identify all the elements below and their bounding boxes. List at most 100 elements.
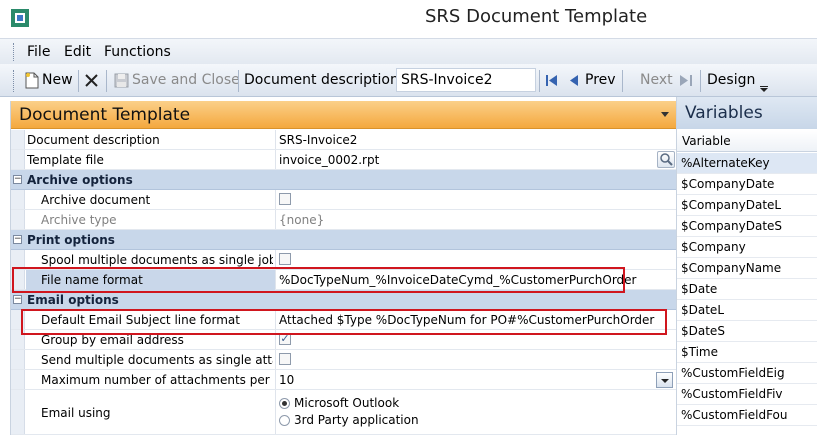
archive-type-value[interactable]: {none} (279, 213, 324, 227)
variables-title: Variables (685, 103, 763, 123)
highlight-file-name-format (12, 267, 625, 293)
column-divider (275, 130, 276, 149)
radio-third-party[interactable] (279, 415, 290, 426)
archive-document-checkbox[interactable] (279, 193, 291, 205)
variable-label: $Date (681, 282, 718, 296)
column-divider (275, 390, 276, 434)
save-and-close-button[interactable]: Save and Close (132, 72, 240, 88)
category-label: Archive options (27, 173, 133, 187)
collapse-icon[interactable]: − (13, 295, 22, 304)
window-title: SRS Document Template (425, 6, 648, 27)
row-gutter (11, 190, 25, 209)
variable-item[interactable]: $CompanyName (677, 258, 817, 279)
column-divider (275, 150, 276, 169)
delete-icon[interactable] (85, 74, 98, 87)
row-label: Template file (27, 153, 104, 167)
prev-arrow-icon[interactable] (570, 75, 579, 86)
row-gutter (11, 350, 25, 369)
toolbar-separator (622, 70, 623, 92)
column-divider (275, 190, 276, 209)
variable-label: $CompanyDateL (681, 198, 782, 212)
row-label: Group by email address (41, 333, 184, 347)
row-archive-type[interactable]: Archive type {none} (11, 210, 677, 230)
row-gutter (11, 370, 25, 389)
row-email-using[interactable]: Email using Microsoft Outlook 3rd Party … (11, 390, 677, 435)
document-description-value[interactable]: SRS-Invoice2 (279, 133, 357, 147)
category-archive-options[interactable]: − Archive options (11, 170, 677, 190)
radio-label: 3rd Party application (294, 413, 419, 427)
variables-column-header[interactable]: Variable (677, 130, 817, 152)
row-label: Document description (27, 133, 160, 147)
spool-checkbox[interactable] (279, 253, 291, 265)
variable-label: %CustomFieldEig (681, 366, 785, 380)
variable-item[interactable]: $DateL (677, 300, 817, 321)
variable-item[interactable]: $CompanyDate (677, 174, 817, 195)
browse-button[interactable] (657, 151, 675, 168)
column-divider (275, 350, 276, 369)
document-description-label: Document description: (244, 72, 404, 88)
search-icon (660, 153, 673, 166)
row-gutter (11, 150, 25, 169)
row-template-file[interactable]: Template file invoice_0002.rpt (11, 150, 677, 170)
variable-item[interactable]: $DateS (677, 321, 817, 342)
row-gutter (11, 390, 25, 434)
first-record-icon[interactable] (546, 75, 558, 86)
send-multiple-checkbox[interactable] (279, 353, 291, 365)
save-icon (114, 73, 129, 88)
row-label: Send multiple documents as single attach… (41, 353, 273, 367)
chevron-down-icon[interactable] (661, 112, 669, 117)
toolbar-grip (13, 70, 15, 92)
variable-label: %CustomFieldFou (681, 408, 788, 422)
variable-label: $CompanyName (681, 261, 782, 275)
toolbar-separator (106, 70, 107, 92)
row-document-description[interactable]: Document description SRS-Invoice2 (11, 130, 677, 150)
variable-item[interactable]: %CustomFieldFiv (677, 384, 817, 405)
title-bar: SRS Document Template (0, 0, 817, 36)
menu-edit[interactable]: Edit (64, 44, 91, 60)
column-divider (275, 210, 276, 229)
toolbar-overflow-icon[interactable] (760, 86, 768, 92)
next-button[interactable]: Next (640, 72, 673, 88)
panel-header: Document Template (11, 101, 677, 129)
category-label: Print options (27, 233, 115, 247)
radio-label: Microsoft Outlook (294, 396, 400, 410)
prev-button[interactable]: Prev (585, 72, 616, 88)
variable-item[interactable]: %CustomFieldEig (677, 363, 817, 384)
toolbar-separator (539, 70, 540, 92)
variable-item[interactable]: $Company (677, 237, 817, 258)
max-attachments-value[interactable]: 10 (279, 373, 294, 387)
row-send-multiple[interactable]: Send multiple documents as single attach… (11, 350, 677, 370)
radio-microsoft-outlook[interactable] (279, 398, 290, 409)
variable-item[interactable]: $CompanyDateS (677, 216, 817, 237)
row-label: Archive document (41, 193, 151, 207)
design-button[interactable]: Design (707, 72, 755, 88)
row-gutter (11, 130, 25, 149)
menu-file[interactable]: File (27, 44, 50, 60)
column-label: Variable (682, 134, 731, 148)
new-document-icon[interactable] (25, 72, 39, 89)
variable-item[interactable]: $CompanyDateL (677, 195, 817, 216)
column-divider (275, 370, 276, 389)
category-email-options[interactable]: − Email options (11, 290, 677, 310)
template-file-value[interactable]: invoice_0002.rpt (279, 153, 379, 167)
row-label: Maximum number of attachments per email (41, 373, 273, 387)
new-button[interactable]: New (42, 72, 73, 88)
variables-header: Variables (677, 97, 817, 129)
collapse-icon[interactable]: − (13, 235, 22, 244)
variable-label: %AlternateKey (681, 156, 770, 170)
category-print-options[interactable]: − Print options (11, 230, 677, 250)
collapse-icon[interactable]: − (13, 175, 22, 184)
variable-item[interactable]: $Time (677, 342, 817, 363)
row-max-attachments[interactable]: Maximum number of attachments per email … (11, 370, 677, 390)
document-description-input[interactable]: SRS-Invoice2 (396, 68, 536, 92)
variable-item[interactable]: %AlternateKey (677, 153, 817, 174)
variable-label: $CompanyDateS (681, 219, 783, 233)
variable-item[interactable]: %CustomFieldFou (677, 405, 817, 426)
last-record-icon[interactable] (680, 75, 692, 86)
row-label: Email using (41, 406, 111, 420)
menu-functions[interactable]: Functions (104, 44, 171, 60)
variable-item[interactable]: $Date (677, 279, 817, 300)
row-archive-document[interactable]: Archive document (11, 190, 677, 210)
dropdown-button[interactable] (656, 372, 673, 388)
toolbar: New Save and Close Document description:… (0, 64, 817, 97)
